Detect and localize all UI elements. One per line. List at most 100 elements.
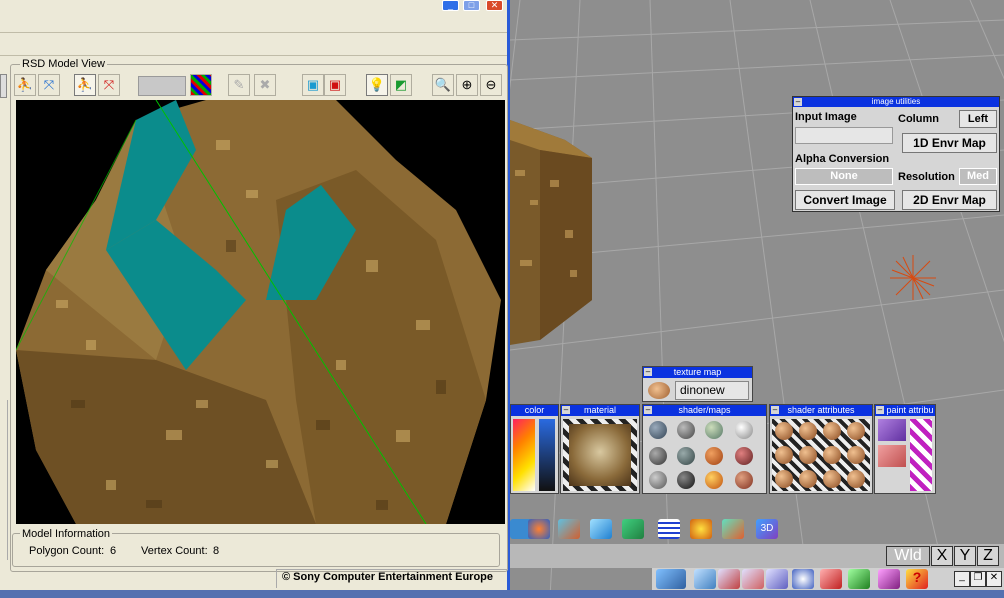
attr-slot-9[interactable] (775, 470, 793, 488)
attr-slot-3[interactable] (823, 422, 841, 440)
attr-slot-7[interactable] (823, 446, 841, 464)
monitor-blue-icon[interactable]: ▣ (302, 74, 324, 96)
monitor-red-icon[interactable]: ▣ (324, 74, 346, 96)
attr-slot-2[interactable] (799, 422, 817, 440)
shader-slot-12[interactable] (735, 471, 753, 489)
tray-icon-5[interactable] (766, 569, 788, 589)
attr-slot-6[interactable] (799, 446, 817, 464)
secondary-bar (0, 33, 507, 56)
objects-icon[interactable] (528, 519, 550, 539)
vertex-count-value: 8 (213, 545, 220, 557)
tray-close-button[interactable]: ✕ (986, 571, 1002, 587)
shade-icon[interactable]: ◩ (390, 74, 412, 96)
attr-slot-1[interactable] (775, 422, 793, 440)
minimize-button[interactable]: _ (442, 0, 459, 11)
3d-viewport[interactable] (510, 0, 1004, 598)
close-button[interactable]: ✕ (486, 0, 503, 11)
material-preview[interactable] (569, 424, 631, 486)
shader-slot-3[interactable] (705, 421, 723, 439)
attr-slot-10[interactable] (799, 470, 817, 488)
brush-icon[interactable] (878, 419, 906, 441)
tray-restore-button[interactable]: ❐ (970, 571, 986, 587)
texture-name-field[interactable]: dinonew (675, 381, 749, 400)
eraser-icon[interactable] (878, 445, 906, 467)
attr-slot-5[interactable] (775, 446, 793, 464)
panel-minimize-button[interactable]: – (794, 98, 802, 106)
attr-slot-4[interactable] (847, 422, 865, 440)
material-minimize[interactable]: – (562, 406, 570, 414)
tray-icon-7[interactable] (820, 569, 842, 589)
zoom-in-icon[interactable]: ⊕ (456, 74, 478, 96)
panel-title: image utilities (871, 97, 921, 106)
shader-slot-8[interactable] (735, 447, 753, 465)
shader-slot-5[interactable] (649, 447, 667, 465)
shader-slot-7[interactable] (705, 447, 723, 465)
rotate-tool-icon[interactable]: ⛹ (14, 74, 36, 96)
shader-slot-11[interactable] (705, 471, 723, 489)
grid-icon[interactable] (658, 519, 680, 539)
attr-slot-12[interactable] (847, 470, 865, 488)
burst-icon[interactable] (690, 519, 712, 539)
shader-slot-9[interactable] (649, 471, 667, 489)
link-icon[interactable]: ✎ (228, 74, 250, 96)
3d-icon[interactable]: 3D (756, 519, 778, 539)
model-render-area[interactable] (16, 100, 505, 524)
cube-icon[interactable] (590, 519, 612, 539)
arrow-icon[interactable] (622, 519, 644, 539)
unlink-icon[interactable]: ✖ (254, 74, 276, 96)
z-axis-button[interactable]: Z (977, 546, 999, 566)
shapes-icon[interactable] (558, 519, 580, 539)
paint-strip[interactable] (910, 419, 932, 491)
shader-slot-10[interactable] (677, 471, 695, 489)
plane-icon[interactable] (722, 519, 744, 539)
color-title: color (524, 405, 545, 415)
paint-attributes-minimize[interactable]: – (876, 406, 884, 414)
zoom-out-icon[interactable]: ⊖ (480, 74, 502, 96)
texture-mode-icon[interactable] (190, 74, 212, 96)
tray-icon-1[interactable] (656, 569, 686, 589)
background-color-swatch[interactable] (138, 76, 186, 96)
tray-icon-8[interactable] (848, 569, 870, 589)
shader-maps-minimize[interactable]: – (644, 406, 652, 414)
shader-attributes-minimize[interactable]: – (771, 406, 779, 414)
shader-slot-6[interactable] (677, 447, 695, 465)
texture-map-title-bar: – texture map (643, 367, 752, 378)
bulb-icon[interactable]: 💡 (366, 74, 388, 96)
material-title-bar: – material (561, 405, 639, 416)
side-divider (0, 400, 8, 560)
tray-icon-3[interactable] (718, 569, 740, 589)
side-handle[interactable] (0, 74, 7, 98)
convert-image-button[interactable]: Convert Image (795, 190, 895, 210)
maximize-button[interactable]: □ (463, 0, 480, 11)
y-axis-button[interactable]: Y (954, 546, 976, 566)
attr-slot-8[interactable] (847, 446, 865, 464)
tray-icon-9[interactable] (878, 569, 900, 589)
shader-slot-4[interactable] (735, 421, 753, 439)
column-select[interactable]: Left (959, 110, 997, 128)
help-icon[interactable]: ? (906, 569, 928, 589)
tray-icon-2[interactable] (694, 569, 716, 589)
texture-map-minimize[interactable]: – (644, 368, 652, 376)
zoom-icon[interactable]: 🔍 (432, 74, 454, 96)
1d-envr-map-button[interactable]: 1D Envr Map (902, 133, 997, 153)
x-axis-button[interactable]: X (931, 546, 953, 566)
column-label: Column (898, 113, 939, 125)
panel-title-bar: – image utilities (793, 97, 999, 107)
color-slider[interactable] (539, 419, 555, 491)
light-rotate-icon[interactable]: ⛹ (74, 74, 96, 96)
color-picker[interactable] (513, 419, 535, 491)
light-move-icon[interactable]: ⤧ (98, 74, 120, 96)
shader-slot-2[interactable] (677, 421, 695, 439)
shader-slot-1[interactable] (649, 421, 667, 439)
attr-slot-11[interactable] (823, 470, 841, 488)
resolution-select[interactable]: Med (959, 168, 997, 185)
2d-envr-map-button[interactable]: 2D Envr Map (902, 190, 997, 210)
world-coords-button[interactable]: Wld (886, 546, 930, 566)
move-tool-icon[interactable]: ⤧ (38, 74, 60, 96)
tray-icon-6[interactable] (792, 569, 814, 589)
input-image-field[interactable] (795, 127, 893, 144)
alpha-conversion-select[interactable]: None (795, 168, 893, 185)
texture-thumb-icon[interactable] (648, 382, 670, 399)
tray-minimize-button[interactable]: _ (954, 571, 970, 587)
tray-icon-4[interactable] (742, 569, 764, 589)
